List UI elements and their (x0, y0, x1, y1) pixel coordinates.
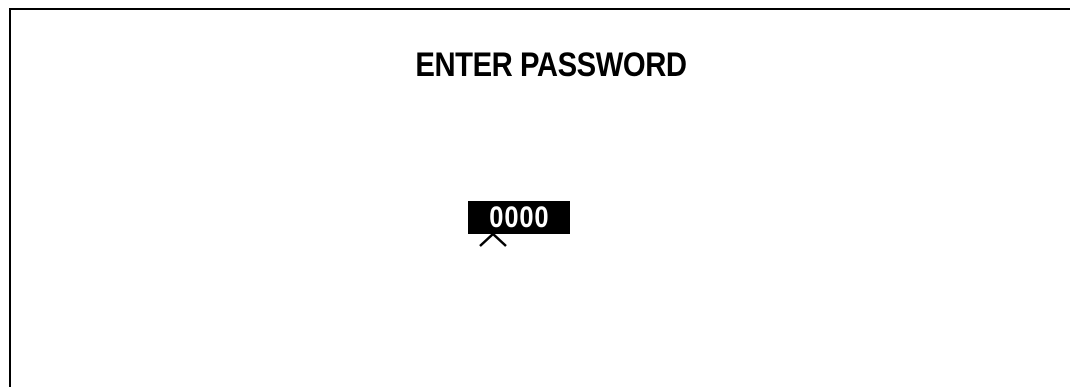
page-title: ENTER PASSWORD (415, 46, 687, 84)
password-screen: ENTER PASSWORD (9, 8, 1070, 387)
caret-up-icon (479, 232, 507, 247)
